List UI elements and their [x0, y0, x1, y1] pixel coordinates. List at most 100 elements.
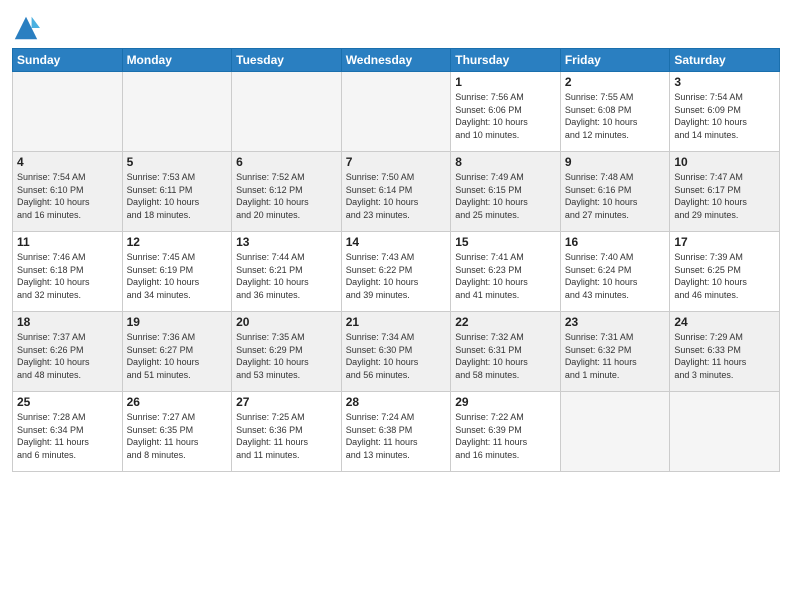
- day-number: 12: [127, 235, 228, 249]
- calendar-cell: 15 Sunrise: 7:41 AMSunset: 6:23 PMDayligh…: [451, 232, 561, 312]
- day-number: 10: [674, 155, 775, 169]
- calendar-cell: 14 Sunrise: 7:43 AMSunset: 6:22 PMDayligh…: [341, 232, 451, 312]
- day-number: 23: [565, 315, 666, 329]
- calendar-cell: 28 Sunrise: 7:24 AMSunset: 6:38 PMDayligh…: [341, 392, 451, 472]
- day-info: Sunrise: 7:45 AMSunset: 6:19 PMDaylight:…: [127, 251, 228, 301]
- day-number: 19: [127, 315, 228, 329]
- day-number: 15: [455, 235, 556, 249]
- calendar-cell: 19 Sunrise: 7:36 AMSunset: 6:27 PMDayligh…: [122, 312, 232, 392]
- day-info: Sunrise: 7:31 AMSunset: 6:32 PMDaylight:…: [565, 331, 666, 381]
- calendar-cell: 10 Sunrise: 7:47 AMSunset: 6:17 PMDayligh…: [670, 152, 780, 232]
- calendar-cell: 7 Sunrise: 7:50 AMSunset: 6:14 PMDaylight…: [341, 152, 451, 232]
- day-info: Sunrise: 7:49 AMSunset: 6:15 PMDaylight:…: [455, 171, 556, 221]
- day-number: 9: [565, 155, 666, 169]
- calendar-cell: 8 Sunrise: 7:49 AMSunset: 6:15 PMDaylight…: [451, 152, 561, 232]
- day-number: 7: [346, 155, 447, 169]
- calendar-week-row: 11Sunrise: 7:46 AMSunset: 6:18 PMDayligh…: [13, 232, 780, 312]
- calendar-cell: 5Sunrise: 7:53 AMSunset: 6:11 PMDaylight…: [122, 152, 232, 232]
- day-number: 18: [17, 315, 118, 329]
- calendar-cell: [122, 72, 232, 152]
- calendar-cell: 27 Sunrise: 7:25 AMSunset: 6:36 PMDayligh…: [232, 392, 342, 472]
- calendar-cell: 16 Sunrise: 7:40 AMSunset: 6:24 PMDayligh…: [560, 232, 670, 312]
- day-info: Sunrise: 7:27 AMSunset: 6:35 PMDaylight:…: [127, 411, 228, 461]
- calendar: SundayMondayTuesdayWednesdayThursdayFrid…: [12, 48, 780, 472]
- calendar-cell: 22 Sunrise: 7:32 AMSunset: 6:31 PMDayligh…: [451, 312, 561, 392]
- calendar-cell: 1Sunrise: 7:56 AMSunset: 6:06 PMDaylight…: [451, 72, 561, 152]
- day-info: Sunrise: 7:44 AMSunset: 6:21 PMDaylight:…: [236, 251, 337, 301]
- calendar-week-row: 4 Sunrise: 7:54 AMSunset: 6:10 PMDaylight…: [13, 152, 780, 232]
- calendar-cell: 23 Sunrise: 7:31 AMSunset: 6:32 PMDayligh…: [560, 312, 670, 392]
- day-info: Sunrise: 7:24 AMSunset: 6:38 PMDaylight:…: [346, 411, 447, 461]
- day-info: Sunrise: 7:46 AMSunset: 6:18 PMDaylight:…: [17, 251, 118, 301]
- day-number: 14: [346, 235, 447, 249]
- calendar-cell: 20 Sunrise: 7:35 AMSunset: 6:29 PMDayligh…: [232, 312, 342, 392]
- calendar-cell: 26 Sunrise: 7:27 AMSunset: 6:35 PMDayligh…: [122, 392, 232, 472]
- day-number: 25: [17, 395, 118, 409]
- calendar-cell: 6 Sunrise: 7:52 AMSunset: 6:12 PMDaylight…: [232, 152, 342, 232]
- calendar-cell: 17 Sunrise: 7:39 AMSunset: 6:25 PMDayligh…: [670, 232, 780, 312]
- calendar-week-row: 18 Sunrise: 7:37 AMSunset: 6:26 PMDayligh…: [13, 312, 780, 392]
- day-number: 8: [455, 155, 556, 169]
- day-number: 2: [565, 75, 666, 89]
- day-number: 28: [346, 395, 447, 409]
- day-info: Sunrise: 7:43 AMSunset: 6:22 PMDaylight:…: [346, 251, 447, 301]
- day-number: 3: [674, 75, 775, 89]
- day-info: Sunrise: 7:52 AMSunset: 6:12 PMDaylight:…: [236, 171, 337, 221]
- day-number: 17: [674, 235, 775, 249]
- day-info: Sunrise: 7:35 AMSunset: 6:29 PMDaylight:…: [236, 331, 337, 381]
- logo-icon: [12, 14, 40, 42]
- day-info: Sunrise: 7:32 AMSunset: 6:31 PMDaylight:…: [455, 331, 556, 381]
- calendar-cell: [560, 392, 670, 472]
- header: [12, 10, 780, 42]
- calendar-cell: 11Sunrise: 7:46 AMSunset: 6:18 PMDayligh…: [13, 232, 123, 312]
- day-number: 24: [674, 315, 775, 329]
- calendar-header-saturday: Saturday: [670, 49, 780, 72]
- calendar-cell: 2 Sunrise: 7:55 AMSunset: 6:08 PMDaylight…: [560, 72, 670, 152]
- day-info: Sunrise: 7:37 AMSunset: 6:26 PMDaylight:…: [17, 331, 118, 381]
- calendar-cell: 24 Sunrise: 7:29 AMSunset: 6:33 PMDayligh…: [670, 312, 780, 392]
- day-number: 22: [455, 315, 556, 329]
- day-number: 27: [236, 395, 337, 409]
- calendar-header-sunday: Sunday: [13, 49, 123, 72]
- calendar-week-row: 1Sunrise: 7:56 AMSunset: 6:06 PMDaylight…: [13, 72, 780, 152]
- day-number: 26: [127, 395, 228, 409]
- day-info: Sunrise: 7:25 AMSunset: 6:36 PMDaylight:…: [236, 411, 337, 461]
- day-info: Sunrise: 7:47 AMSunset: 6:17 PMDaylight:…: [674, 171, 775, 221]
- calendar-header-thursday: Thursday: [451, 49, 561, 72]
- calendar-cell: 18 Sunrise: 7:37 AMSunset: 6:26 PMDayligh…: [13, 312, 123, 392]
- day-info: Sunrise: 7:39 AMSunset: 6:25 PMDaylight:…: [674, 251, 775, 301]
- calendar-cell: 9 Sunrise: 7:48 AMSunset: 6:16 PMDaylight…: [560, 152, 670, 232]
- day-info: Sunrise: 7:28 AMSunset: 6:34 PMDaylight:…: [17, 411, 118, 461]
- calendar-cell: 21Sunrise: 7:34 AMSunset: 6:30 PMDayligh…: [341, 312, 451, 392]
- day-number: 13: [236, 235, 337, 249]
- calendar-cell: 13 Sunrise: 7:44 AMSunset: 6:21 PMDayligh…: [232, 232, 342, 312]
- calendar-header-monday: Monday: [122, 49, 232, 72]
- day-info: Sunrise: 7:29 AMSunset: 6:33 PMDaylight:…: [674, 331, 775, 381]
- calendar-header-row: SundayMondayTuesdayWednesdayThursdayFrid…: [13, 49, 780, 72]
- calendar-cell: 12 Sunrise: 7:45 AMSunset: 6:19 PMDayligh…: [122, 232, 232, 312]
- day-info: Sunrise: 7:48 AMSunset: 6:16 PMDaylight:…: [565, 171, 666, 221]
- day-info: Sunrise: 7:36 AMSunset: 6:27 PMDaylight:…: [127, 331, 228, 381]
- calendar-header-friday: Friday: [560, 49, 670, 72]
- page: SundayMondayTuesdayWednesdayThursdayFrid…: [0, 0, 792, 612]
- day-number: 6: [236, 155, 337, 169]
- logo: [12, 14, 42, 42]
- day-info: Sunrise: 7:55 AMSunset: 6:08 PMDaylight:…: [565, 91, 666, 141]
- day-info: Sunrise: 7:50 AMSunset: 6:14 PMDaylight:…: [346, 171, 447, 221]
- day-number: 4: [17, 155, 118, 169]
- calendar-cell: 4 Sunrise: 7:54 AMSunset: 6:10 PMDaylight…: [13, 152, 123, 232]
- day-info: Sunrise: 7:22 AMSunset: 6:39 PMDaylight:…: [455, 411, 556, 461]
- day-info: Sunrise: 7:54 AMSunset: 6:10 PMDaylight:…: [17, 171, 118, 221]
- day-info: Sunrise: 7:56 AMSunset: 6:06 PMDaylight:…: [455, 91, 556, 141]
- calendar-cell: 25 Sunrise: 7:28 AMSunset: 6:34 PMDayligh…: [13, 392, 123, 472]
- calendar-cell: [232, 72, 342, 152]
- day-number: 16: [565, 235, 666, 249]
- day-info: Sunrise: 7:40 AMSunset: 6:24 PMDaylight:…: [565, 251, 666, 301]
- day-info: Sunrise: 7:41 AMSunset: 6:23 PMDaylight:…: [455, 251, 556, 301]
- calendar-cell: 3 Sunrise: 7:54 AMSunset: 6:09 PMDaylight…: [670, 72, 780, 152]
- calendar-cell: [341, 72, 451, 152]
- calendar-cell: [13, 72, 123, 152]
- day-info: Sunrise: 7:54 AMSunset: 6:09 PMDaylight:…: [674, 91, 775, 141]
- day-number: 20: [236, 315, 337, 329]
- calendar-cell: 29Sunrise: 7:22 AMSunset: 6:39 PMDayligh…: [451, 392, 561, 472]
